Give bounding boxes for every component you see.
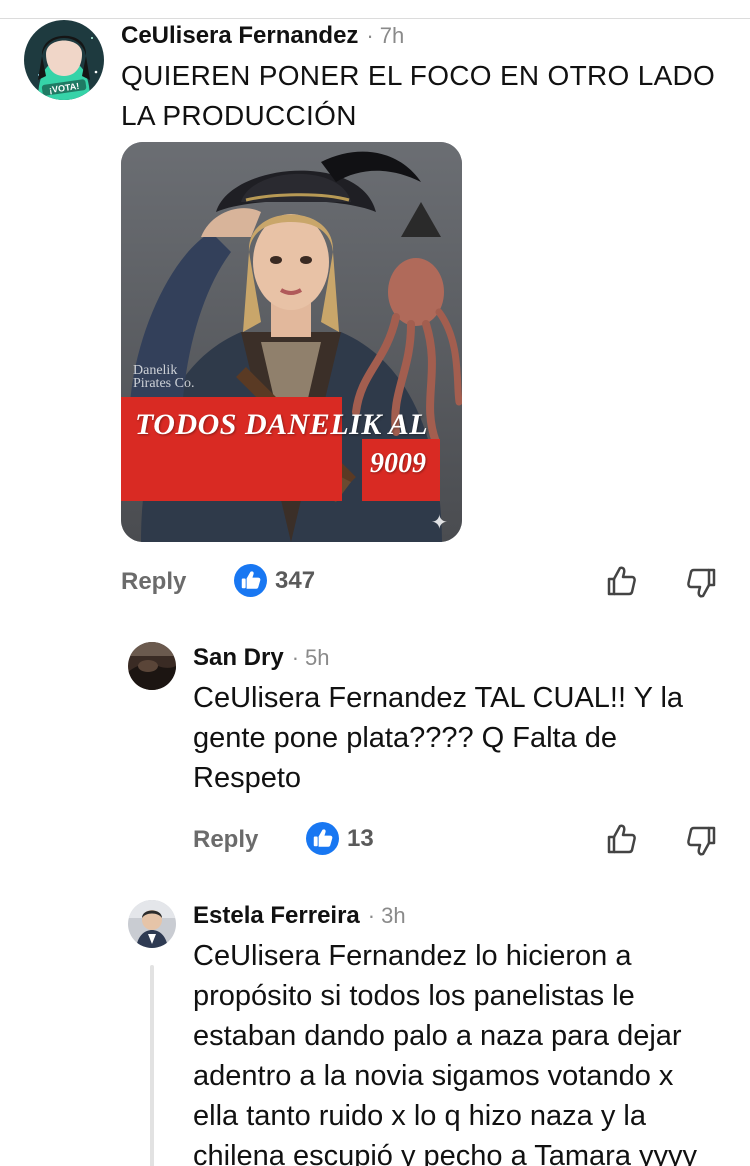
comment-text-line: propósito si todos los panelistas le <box>193 980 635 1012</box>
comment-header: San Dry · 5h <box>193 644 330 672</box>
comment-body: QUIEREN PONER EL FOCO EN OTRO LADO LA PR… <box>121 56 715 136</box>
image-banner-number: 9009 <box>370 448 426 479</box>
timestamp[interactable]: 3h <box>381 903 405 929</box>
avatar-image: ¡VOTA! <box>24 20 104 100</box>
like-count-number: 347 <box>275 566 316 594</box>
author-name[interactable]: Estela Ferreira <box>193 902 360 930</box>
separator-dot: · <box>366 23 374 48</box>
thumbs-up-badge-icon <box>306 822 339 855</box>
avatar-estela-ferreira[interactable] <box>128 900 176 948</box>
reply-button[interactable]: Reply <box>193 826 258 854</box>
thumbs-up-outline-icon[interactable] <box>604 822 638 856</box>
timestamp[interactable]: 7h <box>380 23 404 49</box>
comment-text-line: adentro a la novia sigamos votando x <box>193 1060 674 1092</box>
comment-header: CeUlisera Fernandez · 7h <box>121 22 404 50</box>
comment-text-line: LA PRODUCCIÓN <box>121 100 357 131</box>
avatar-image <box>128 642 176 690</box>
comment-text-line: estaban dando palo a naza para dejar <box>193 1020 682 1052</box>
comment-text-line: QUIEREN PONER EL FOCO EN OTRO LADO <box>121 60 716 91</box>
comment-body: CeUlisera Fernandez lo hicieron a propós… <box>193 936 697 1166</box>
like-count[interactable]: 347 <box>234 564 315 597</box>
comment-text-line: ella tanto ruido x lo q hizo naza y la <box>193 1100 646 1132</box>
reply-button[interactable]: Reply <box>121 568 186 596</box>
thumbs-up-badge-icon <box>234 564 267 597</box>
like-count[interactable]: 13 <box>306 822 374 855</box>
thumbs-down-outline-icon[interactable] <box>685 824 719 858</box>
sparkle-icon: ✦ <box>431 512 448 534</box>
avatar-ceulisera[interactable]: ¡VOTA! <box>24 20 104 100</box>
comment-body: CeUlisera Fernandez TAL CUAL!! Y la gent… <box>193 678 683 798</box>
thumbs-up-outline-icon[interactable] <box>604 564 638 598</box>
attached-image[interactable]: Danelik Pirates Co. TODOS DANELIK AL 900… <box>121 142 462 542</box>
separator-dot: · <box>367 903 376 928</box>
comments-feed: ¡VOTA! CeUlisera Fernandez · 7h QUIEREN … <box>0 0 750 1166</box>
comment-text-line: chilena escupió y pecho a Tamara yyyy <box>193 1140 698 1166</box>
image-watermark: Danelik Pirates Co. <box>133 363 195 391</box>
comment-text-line: CeUlisera Fernandez lo hicieron a <box>193 940 632 972</box>
comment-actions: Reply <box>193 820 258 860</box>
author-name[interactable]: San Dry <box>193 644 284 672</box>
image-banner-text: TODOS DANELIK AL <box>135 408 429 441</box>
comment-text-line: gente pone plata???? Q Falta de <box>193 722 618 754</box>
timestamp[interactable]: 5h <box>305 645 329 671</box>
comment-header: Estela Ferreira · 3h <box>193 902 406 930</box>
author-name[interactable]: CeUlisera Fernandez <box>121 22 358 50</box>
comment-text-line: CeUlisera Fernandez TAL CUAL!! Y la <box>193 682 684 714</box>
avatar-san-dry[interactable] <box>128 642 176 690</box>
separator-dot: · <box>291 645 300 670</box>
thumbs-down-outline-icon[interactable] <box>685 566 719 600</box>
comment-text-line: Respeto <box>193 762 302 794</box>
divider <box>0 18 750 19</box>
thread-line <box>150 965 154 1166</box>
comment-actions: Reply <box>121 562 186 602</box>
avatar-image <box>128 900 176 948</box>
like-count-number: 13 <box>347 824 374 852</box>
